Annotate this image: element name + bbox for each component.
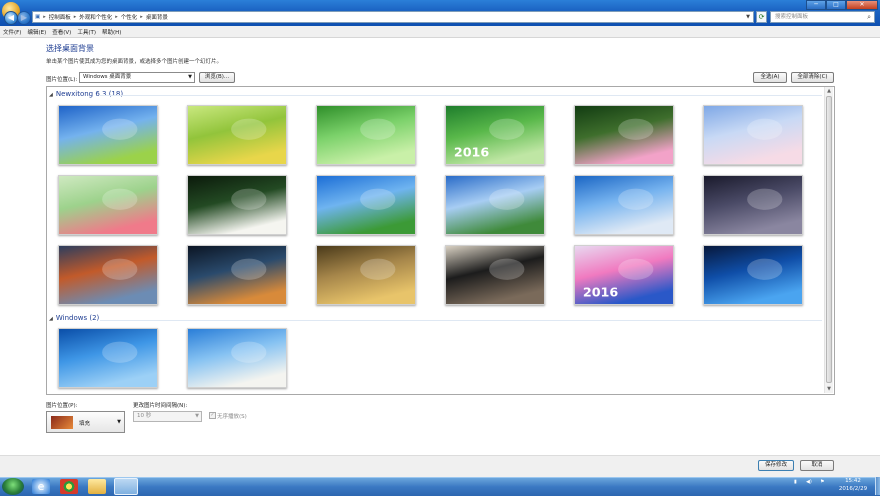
search-placeholder: 搜索控制面板 xyxy=(775,14,809,20)
menu-help[interactable]: 帮助(H) xyxy=(102,28,121,36)
wallpaper-thumb-windows-10[interactable] xyxy=(703,245,803,305)
group-header-newxitong[interactable]: ◢ Newxitong 6.3 (18) xyxy=(49,90,123,98)
menu-tools[interactable]: 工具(T) xyxy=(77,28,96,36)
wallpaper-thumb-planet-space[interactable] xyxy=(187,245,287,305)
wallpaper-thumb-white-daisies[interactable] xyxy=(187,328,287,388)
clock-time: 15:42 xyxy=(845,478,861,484)
vertical-scrollbar[interactable]: ▲ ▼ xyxy=(824,87,833,393)
breadcrumb-item[interactable]: 控制面板 xyxy=(49,13,71,21)
wallpaper-thumb-el-capitan[interactable] xyxy=(58,245,158,305)
volume-icon[interactable]: ◀) xyxy=(806,479,812,485)
browse-button[interactable]: 浏览(B)... xyxy=(199,72,235,83)
close-button[interactable]: ✕ xyxy=(846,0,878,10)
shuffle-checkbox[interactable]: ✓ xyxy=(209,412,216,419)
select-all-button[interactable]: 全选(A) xyxy=(753,72,787,83)
clear-all-button[interactable]: 全部清除(C) xyxy=(791,72,834,83)
scrollbar-thumb[interactable] xyxy=(826,96,832,383)
breadcrumb-item[interactable]: 桌面背景 xyxy=(146,13,168,21)
position-preview-image xyxy=(51,416,73,429)
action-center-icon[interactable]: ⚑ xyxy=(820,479,824,485)
maximize-button[interactable]: □ xyxy=(826,0,846,10)
scroll-up-icon[interactable]: ▲ xyxy=(825,87,833,95)
breadcrumb-item[interactable]: 外观和个性化 xyxy=(79,13,112,21)
wallpaper-thumb-eiffel-tower[interactable] xyxy=(574,175,674,235)
wallpaper-thumb-girl-headphones[interactable] xyxy=(445,245,545,305)
refresh-button[interactable]: ⟳ xyxy=(756,11,767,23)
wallpaper-thumb-runners[interactable]: 2016 xyxy=(574,245,674,305)
wallpaper-thumb-pink-lily[interactable] xyxy=(58,175,158,235)
dialog-footer xyxy=(0,455,880,478)
show-desktop-button[interactable] xyxy=(875,477,880,495)
menubar: 文件(F) 编辑(E) 查看(V) 工具(T) 帮助(H) xyxy=(0,26,880,38)
page-title: 选择桌面背景 xyxy=(46,44,94,53)
page-subtitle: 单击某个图片使其成为您的桌面背景，或选择多个图片创建一个幻灯片。 xyxy=(46,59,223,65)
interval-value: 10 秒 xyxy=(137,413,152,419)
group-title: Newxitong 6.3 (18) xyxy=(55,90,124,98)
group-divider xyxy=(100,95,822,96)
clock-date: 2016/2/29 xyxy=(838,485,868,492)
chevron-down-icon: ▼ xyxy=(117,419,121,425)
wallpaper-thumb-blue-sky-clouds[interactable] xyxy=(58,105,158,165)
wallpaper-thumb-girl-field[interactable] xyxy=(316,245,416,305)
chevron-right-icon: ▸ xyxy=(115,14,118,20)
group-title: Windows (2) xyxy=(55,314,100,322)
picture-location-label: 图片位置(L): xyxy=(46,77,78,83)
wallpaper-thumb-pink-flowers[interactable] xyxy=(574,105,674,165)
position-value: 填充 xyxy=(79,421,91,427)
menu-edit[interactable]: 编辑(E) xyxy=(27,28,46,36)
chevron-right-icon: ▸ xyxy=(73,14,77,20)
chevron-down-icon: ▼ xyxy=(195,413,199,419)
file-explorer-icon[interactable] xyxy=(88,479,106,494)
picture-location-value: Windows 桌面背景 xyxy=(83,74,132,80)
minimize-button[interactable]: ─ xyxy=(806,0,826,10)
wallpaper-thumb-cherry-blossom[interactable] xyxy=(703,105,803,165)
wallpaper-thumb-sky-meadow[interactable] xyxy=(316,175,416,235)
cancel-button[interactable]: 取消 xyxy=(800,460,834,471)
thumb-caption: 2016 xyxy=(454,144,490,159)
chevron-right-icon: ▸ xyxy=(43,14,46,20)
interval-select[interactable]: 10 秒 ▼ xyxy=(133,411,202,422)
control-panel-taskbar-button[interactable] xyxy=(114,478,138,495)
menu-view[interactable]: 查看(V) xyxy=(52,28,71,36)
group-divider xyxy=(100,320,822,321)
shuffle-label: 无序播放(S) xyxy=(217,414,247,420)
wallpaper-thumb-lily-of-valley[interactable] xyxy=(187,175,287,235)
wallpaper-thumb-windows-7[interactable] xyxy=(58,328,158,388)
scroll-down-icon[interactable]: ▼ xyxy=(825,385,833,393)
interval-label: 更改图片时间间隔(N): xyxy=(133,403,188,409)
window-controls: ─ □ ✕ xyxy=(806,0,878,10)
folder-icon: ▣ xyxy=(35,14,41,20)
menu-file[interactable]: 文件(F) xyxy=(3,28,21,36)
forward-button[interactable]: ▶ xyxy=(17,11,31,25)
wallpaper-thumb-green-2016[interactable]: 2016 xyxy=(445,105,545,165)
start-button[interactable] xyxy=(2,478,24,495)
taskbar-clock[interactable]: 15:42 2016/2/29 xyxy=(833,478,873,493)
wallpaper-thumb-night-mountains[interactable] xyxy=(703,175,803,235)
chevron-down-icon[interactable]: ▼ xyxy=(743,14,753,20)
search-icon: ⌕ xyxy=(867,13,871,21)
position-select[interactable]: 填充 ▼ xyxy=(46,411,125,433)
group-header-windows[interactable]: ◢ Windows (2) xyxy=(49,314,99,322)
back-button[interactable]: ◀ xyxy=(4,11,18,25)
picture-location-select[interactable]: Windows 桌面背景 ▼ xyxy=(79,72,195,83)
collapse-icon: ◢ xyxy=(49,316,53,322)
ie-icon[interactable]: e xyxy=(32,479,50,494)
chevron-down-icon: ▼ xyxy=(188,74,192,80)
wallpaper-thumb-wind-turbine-road[interactable] xyxy=(445,175,545,235)
thumb-caption: 2016 xyxy=(583,284,619,299)
wallpaper-thumb-green-leaves[interactable] xyxy=(316,105,416,165)
network-icon[interactable]: ▮ xyxy=(794,479,797,485)
wallpaper-thumb-yellow-flowers[interactable] xyxy=(187,105,287,165)
position-label: 图片位置(P): xyxy=(46,403,78,409)
address-bar[interactable]: ▣ ▸ 控制面板 ▸ 外观和个性化 ▸ 个性化 ▸ 桌面背景 ▼ xyxy=(32,11,754,23)
save-changes-button[interactable]: 保存修改 xyxy=(758,460,794,471)
collapse-icon: ◢ xyxy=(49,92,53,98)
search-input[interactable]: 搜索控制面板 ⌕ xyxy=(770,11,875,23)
chevron-right-icon: ▸ xyxy=(140,14,143,20)
breadcrumb-item[interactable]: 个性化 xyxy=(121,13,138,21)
chrome-icon[interactable] xyxy=(60,479,78,494)
